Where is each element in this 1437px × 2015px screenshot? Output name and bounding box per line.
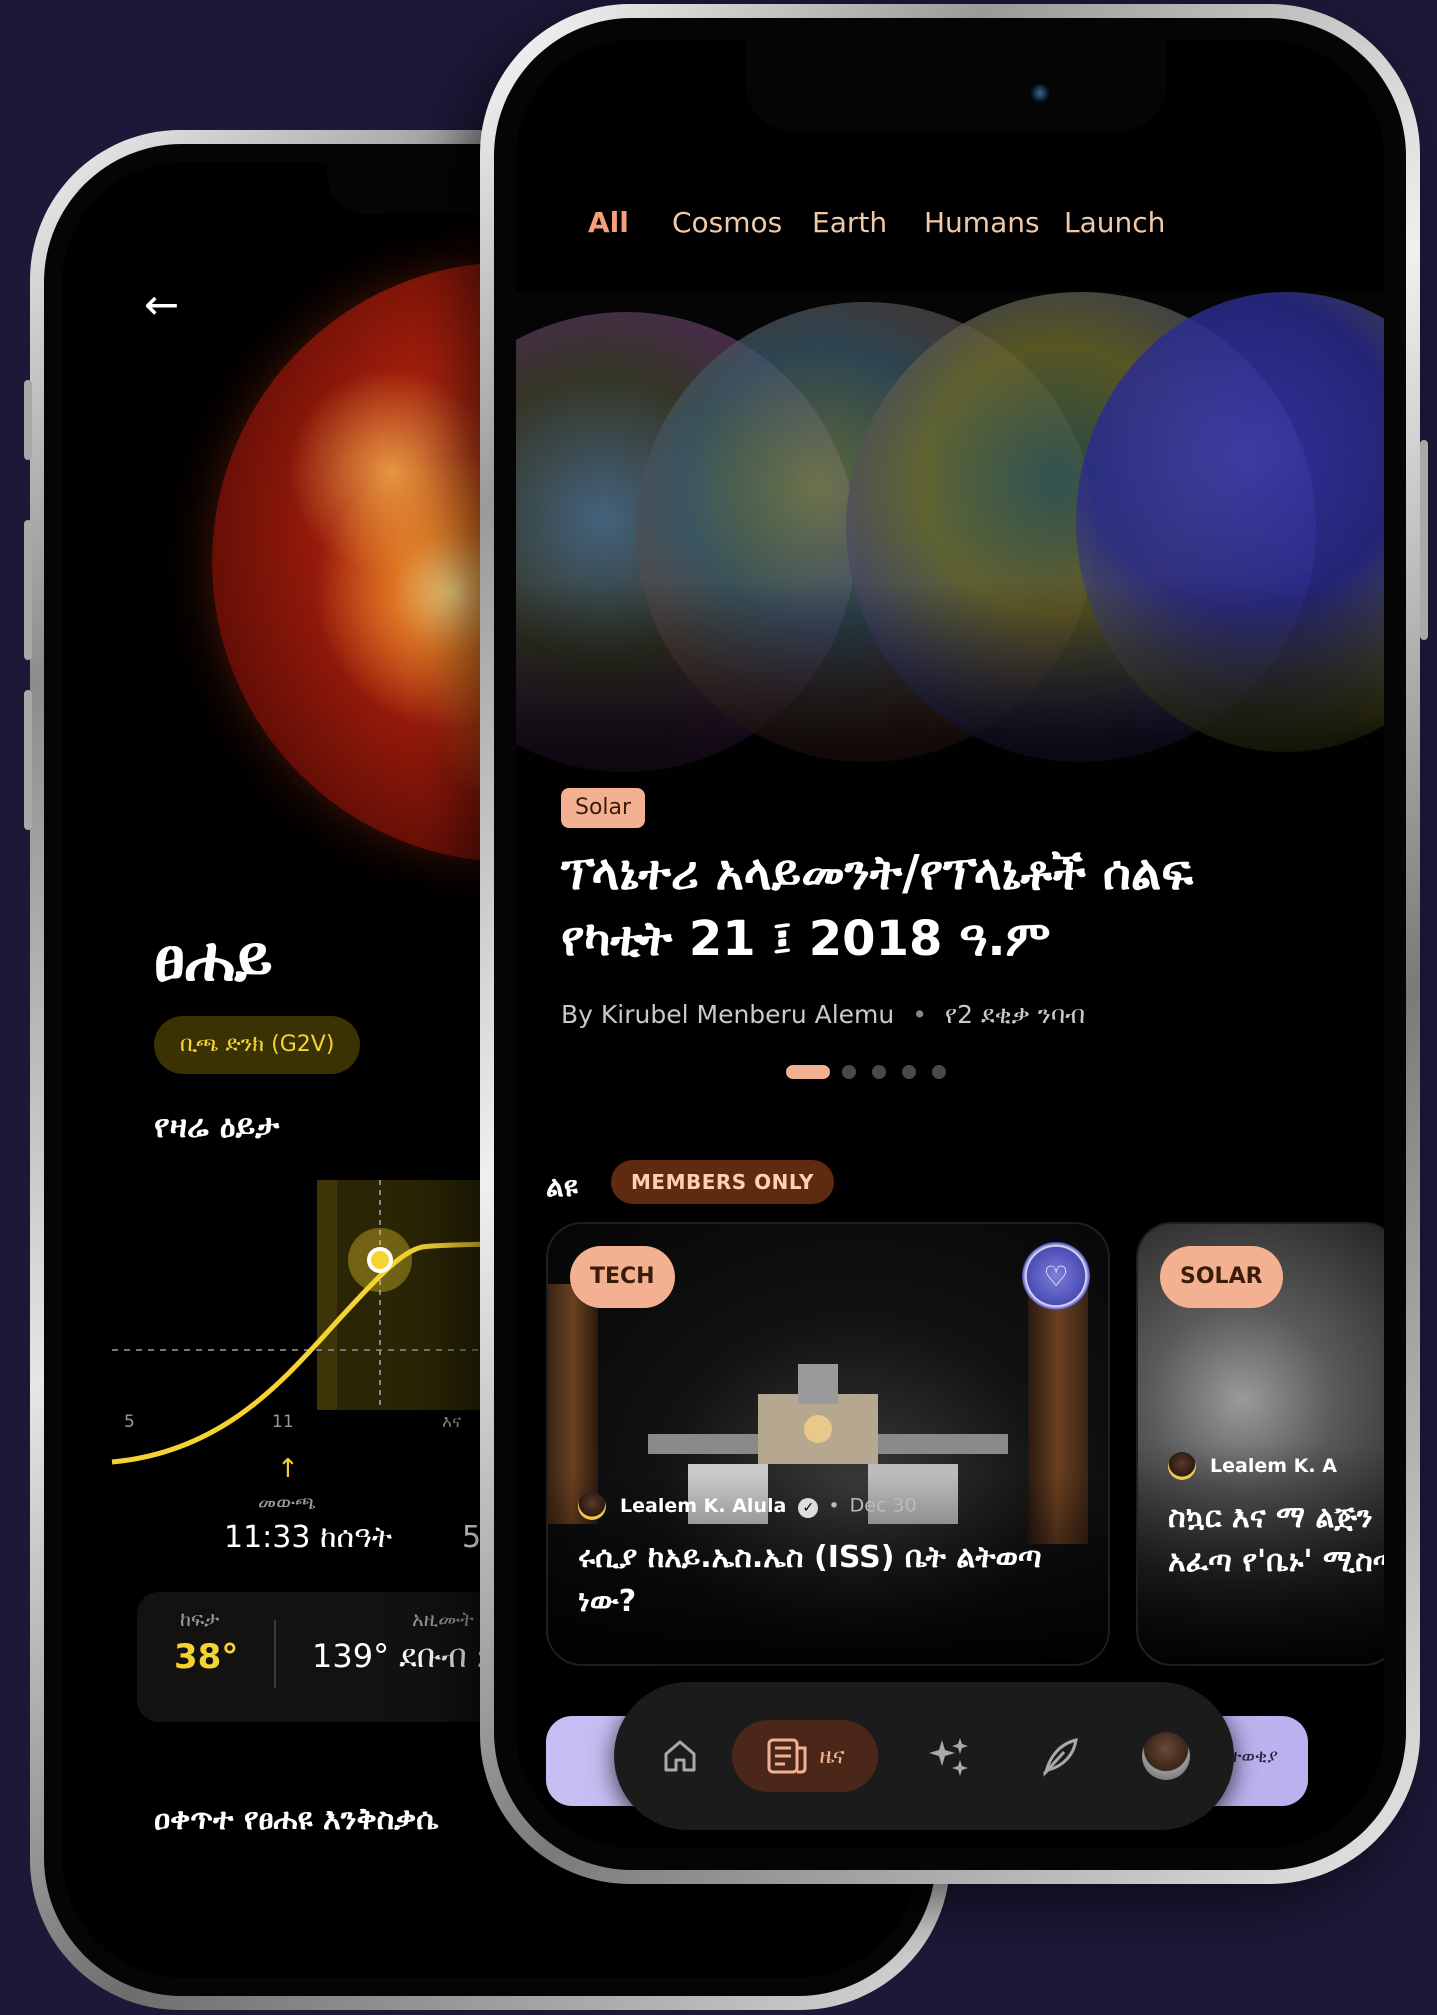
carousel-dot-4[interactable] <box>902 1065 916 1079</box>
author-avatar <box>578 1492 606 1520</box>
category-tabs: All Cosmos Earth Humans Launch <box>516 206 1384 266</box>
nav-home[interactable] <box>644 1720 716 1792</box>
tab-humans[interactable]: Humans <box>924 206 1040 239</box>
back-phone-button-2 <box>24 520 32 660</box>
back-arrow-icon[interactable]: ← <box>144 280 179 329</box>
hero-meta: By Kirubel Menberu Alemu • የ2 ደቂቃ ንባብ <box>561 1000 1085 1030</box>
carousel-dot-5[interactable] <box>932 1065 946 1079</box>
tab-cosmos[interactable]: Cosmos <box>672 206 782 239</box>
front-phone-screen: All Cosmos Earth Humans Launch Solar ፕላኔ… <box>516 40 1384 1848</box>
feather-icon <box>1042 1738 1078 1777</box>
star-class-chip: ቢጫ ድንክ (G2V) <box>154 1016 361 1074</box>
card-tag-tech: TECH <box>570 1246 675 1308</box>
movement-section-title: ዐቀጥተ የፀሐዩ እንቅስቃሴ <box>154 1802 439 1837</box>
card-title: ስኳር እና ማ ልጅን አፈጣ የ'ቤኑ' ሚስጣ <box>1168 1500 1384 1579</box>
featured-section-label: ልዩ <box>546 1170 578 1203</box>
front-phone-bezel: All Cosmos Earth Humans Launch Solar ፕላኔ… <box>494 18 1406 1870</box>
members-badge-icon: ♡ <box>1022 1242 1090 1310</box>
card-author-name: Lealem K. A <box>1210 1454 1337 1477</box>
chart-tick-2: እና <box>442 1412 461 1432</box>
front-phone-notch <box>746 40 1166 132</box>
tab-launch[interactable]: Launch <box>1064 206 1165 239</box>
card-author-name: Lealem K. Alula <box>620 1494 787 1517</box>
front-phone: All Cosmos Earth Humans Launch Solar ፕላኔ… <box>480 4 1420 1884</box>
sunrise-time: 11:33 ከሰዓት <box>224 1520 393 1555</box>
featured-card-tech[interactable]: TECH ♡ Lealem K. Alula ✓ • Dec 30 ሩሲያ ከአ… <box>546 1222 1110 1666</box>
sunrise-label: መውጫ <box>258 1490 316 1514</box>
chart-tick-1: 11 <box>272 1412 294 1432</box>
profile-avatar <box>1142 1732 1190 1780</box>
sun-name: ፀሐይ <box>154 922 273 995</box>
tab-all[interactable]: All <box>588 206 629 239</box>
azimuth-label: አዚሙት <box>412 1607 474 1631</box>
nav-news[interactable]: ዜና <box>732 1720 878 1792</box>
author-avatar <box>1168 1452 1196 1480</box>
members-only-chip: MEMBERS ONLY <box>611 1160 834 1204</box>
carousel-dot-3[interactable] <box>872 1065 886 1079</box>
back-phone-button-3 <box>24 690 32 830</box>
sunrise-arrow-icon: ↑ <box>277 1454 299 1484</box>
card-author-row: Lealem K. Alula ✓ • Dec 30 <box>578 1492 917 1526</box>
back-phone-button-1 <box>24 380 32 460</box>
front-phone-side-button <box>1420 440 1428 640</box>
nav-news-label: ዜና <box>819 1743 845 1769</box>
date-separator: • <box>828 1494 840 1517</box>
carousel-dot-2[interactable] <box>842 1065 856 1079</box>
promo-banner-text: ተወቂያ <box>1229 1746 1278 1767</box>
hero-read-time: የ2 ደቂቃ ንባብ <box>944 1000 1086 1029</box>
todays-view-title: የዛሬ ዕይታ <box>154 1107 280 1145</box>
sparkles-icon <box>929 1738 968 1776</box>
card-author-row: Lealem K. A <box>1168 1452 1337 1486</box>
hero-category-chip: Solar <box>561 788 646 828</box>
card-title: ሩሲያ ከአይ.ኤስ.ኤስ (ISS) ቤት ልትወጣ ነው? <box>578 1540 1042 1619</box>
chart-tick-0: 5 <box>124 1412 135 1432</box>
home-icon <box>664 1740 696 1772</box>
nav-explore[interactable] <box>914 1720 986 1792</box>
camera-icon <box>1031 84 1049 102</box>
nav-profile[interactable] <box>1130 1720 1202 1792</box>
bottom-navigation: ዜና <box>614 1682 1234 1830</box>
tab-earth[interactable]: Earth <box>812 206 887 239</box>
featured-card-solar[interactable]: SOLAR Lealem K. A ስኳር እና ማ ልጅን አፈጣ የ'ቤኑ'… <box>1136 1222 1384 1666</box>
hero-title[interactable]: ፕላኔተሪ አላይመንት/የፕላኔቶች ሰልፍ የካቲት 21 ፤ 2018 ዓ… <box>561 840 1281 972</box>
card-date: Dec 30 <box>849 1494 917 1517</box>
news-icon <box>767 1738 807 1774</box>
altitude-value: 38° <box>174 1637 239 1677</box>
altitude-label: ከፍታ <box>180 1607 220 1631</box>
meta-separator: • <box>912 1000 927 1029</box>
nav-write[interactable] <box>1024 1720 1096 1792</box>
sun-position-dot <box>367 1247 393 1273</box>
stat-divider <box>274 1620 276 1688</box>
verified-icon: ✓ <box>798 1497 819 1518</box>
card-tag-solar: SOLAR <box>1160 1246 1283 1308</box>
carousel-dot-1[interactable] <box>786 1065 830 1079</box>
hero-author: By Kirubel Menberu Alemu <box>561 1000 895 1029</box>
